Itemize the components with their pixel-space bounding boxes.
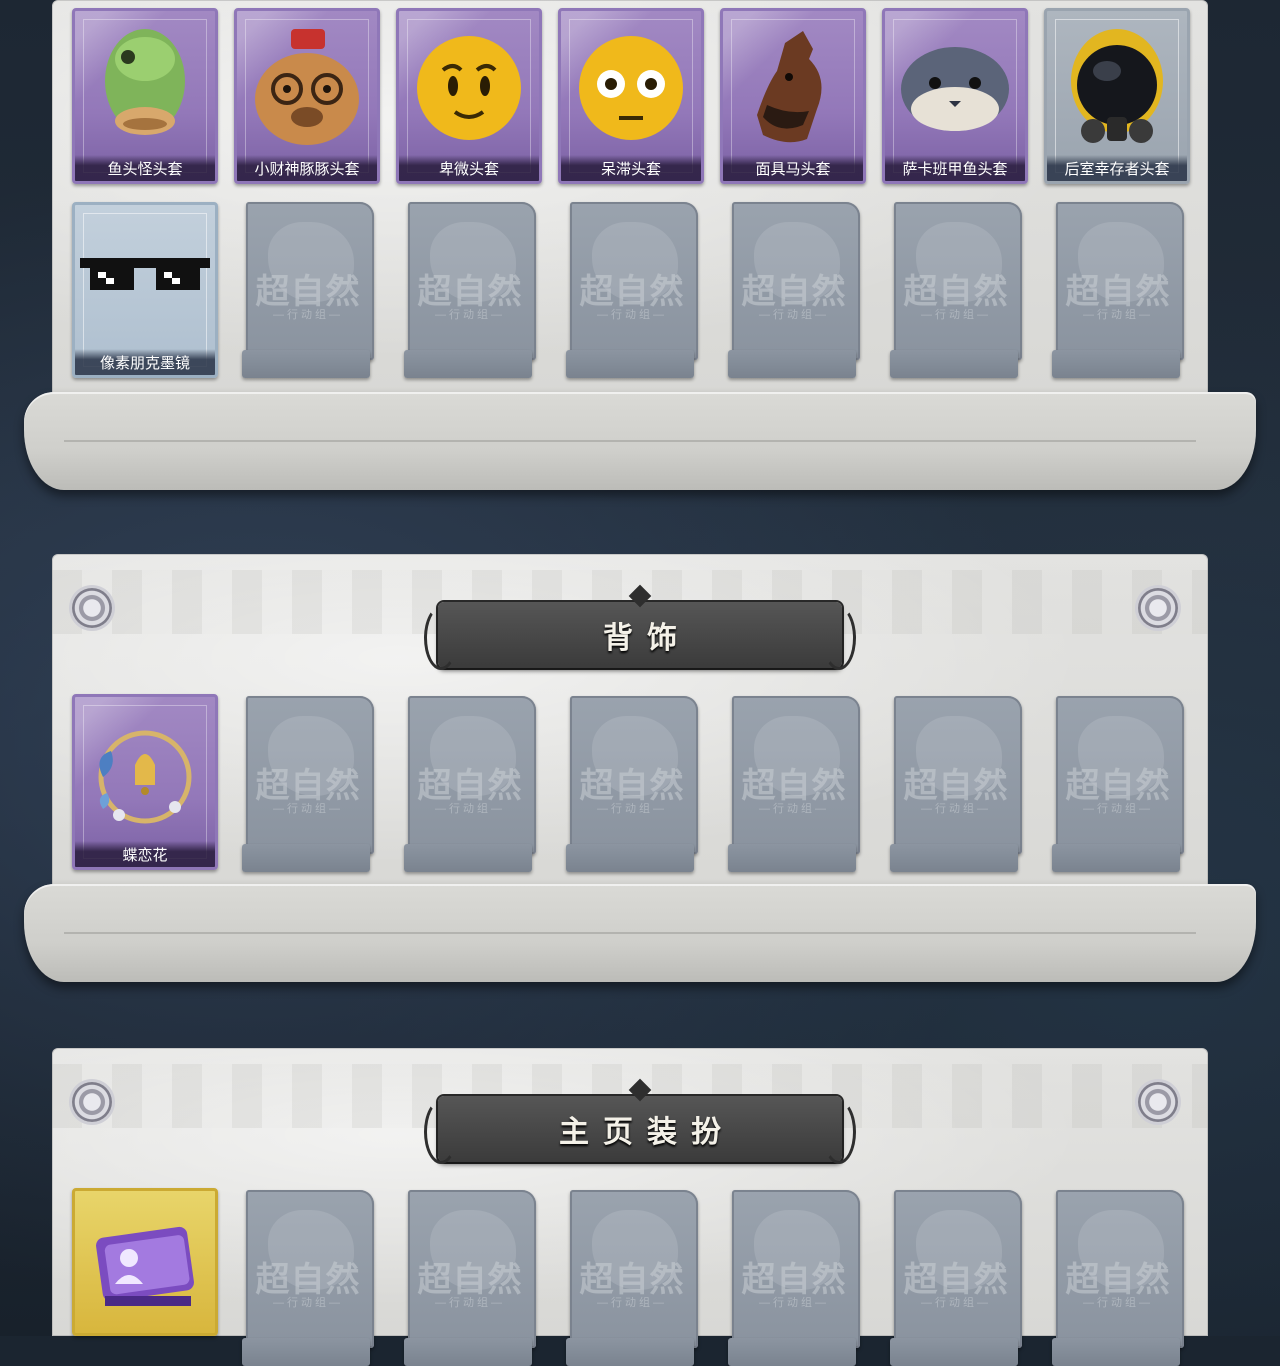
empty-slot: 超自然 —行动组— (890, 1190, 1022, 1366)
empty-slot: 超自然 —行动组— (566, 202, 698, 378)
scroll-bottom-curl (24, 884, 1256, 982)
dazed-face-mask-icon (561, 17, 701, 155)
compass-ornament-icon (1116, 588, 1200, 628)
empty-slot: 超自然 —行动组— (404, 696, 536, 872)
item-label: 蝶恋花 (75, 841, 215, 867)
compass-ornament-icon (1116, 1082, 1200, 1122)
compass-ornament-icon (50, 1082, 134, 1122)
humble-face-mask-icon (399, 17, 539, 155)
item-card[interactable]: 后室幸存者头套 (1044, 8, 1190, 184)
empty-slot: 超自然 —行动组— (242, 696, 374, 872)
compass-ornament-icon (50, 588, 134, 628)
item-card[interactable]: 小财神豚豚头套 (234, 8, 380, 184)
item-label: 鱼头怪头套 (75, 155, 215, 181)
empty-slot: 超自然 —行动组— (242, 202, 374, 378)
item-label: 呆滞头套 (561, 155, 701, 181)
section-title: 主页装扮 (559, 1116, 735, 1149)
fish-head-mask-icon (75, 17, 215, 155)
item-label: 像素朋克墨镜 (75, 349, 215, 375)
empty-slot: 超自然 —行动组— (404, 202, 536, 378)
empty-slot: 超自然 —行动组— (728, 696, 860, 872)
empty-slot: 超自然 —行动组— (242, 1190, 374, 1366)
empty-slot: 超自然 —行动组— (404, 1190, 536, 1366)
item-card[interactable]: 像素朋克墨镜 (72, 202, 218, 378)
item-card[interactable]: 萨卡班甲鱼头套 (882, 8, 1028, 184)
butterfly-bell-wreath-icon (75, 703, 215, 841)
item-label: 小财神豚豚头套 (237, 155, 377, 181)
item-card[interactable]: 蝶恋花 (72, 694, 218, 870)
empty-slot: 超自然 —行动组— (1052, 1190, 1184, 1366)
item-label: 面具马头套 (723, 155, 863, 181)
item-label: 萨卡班甲鱼头套 (885, 155, 1025, 181)
empty-slot: 超自然 —行动组— (890, 696, 1022, 872)
item-card[interactable]: 面具马头套 (720, 8, 866, 184)
sacabambaspis-mask-icon (885, 17, 1025, 155)
item-card[interactable]: 呆滞头套 (558, 8, 704, 184)
empty-slot: 超自然 —行动组— (728, 202, 860, 378)
pixel-sunglasses-icon (75, 211, 215, 349)
horse-mask-icon (723, 17, 863, 155)
capybara-mask-icon (237, 17, 377, 155)
gas-mask-helmet-icon (1047, 17, 1187, 155)
section-banner: 主页装扮 (424, 1078, 856, 1164)
section-title: 背饰 (603, 622, 691, 655)
item-card[interactable] (72, 1188, 218, 1336)
scroll-bottom-curl (24, 392, 1256, 490)
empty-slot: 超自然 —行动组— (566, 696, 698, 872)
item-label: 后室幸存者头套 (1047, 155, 1187, 181)
item-label: 卑微头套 (399, 155, 539, 181)
empty-slot: 超自然 —行动组— (890, 202, 1022, 378)
empty-slot: 超自然 —行动组— (566, 1190, 698, 1366)
empty-slot: 超自然 —行动组— (728, 1190, 860, 1366)
empty-slot: 超自然 —行动组— (1052, 696, 1184, 872)
item-card[interactable]: 卑微头套 (396, 8, 542, 184)
section-banner: 背饰 (424, 584, 856, 670)
item-card[interactable]: 鱼头怪头套 (72, 8, 218, 184)
profile-card-icon (75, 1197, 215, 1333)
empty-slot: 超自然 —行动组— (1052, 202, 1184, 378)
